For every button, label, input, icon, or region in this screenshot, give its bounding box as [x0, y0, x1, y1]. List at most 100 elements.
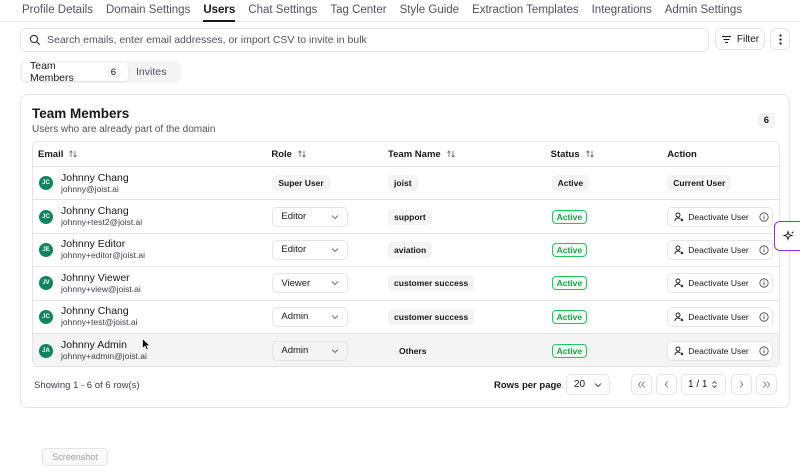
chevrons-right-icon — [763, 381, 771, 388]
chevron-down-icon — [332, 314, 339, 319]
status-column-header[interactable]: Status — [546, 149, 663, 160]
action-cell: Deactivate User — [662, 340, 779, 361]
avatar: JE — [39, 242, 53, 257]
user-email: johnny+editor@joist.ai — [61, 250, 145, 261]
user-email: johnny+view@joist.ai — [61, 283, 141, 294]
role-badge: Super User — [272, 175, 330, 192]
team-members-label: Team Members — [30, 60, 74, 84]
tab-admin-settings[interactable]: Admin Settings — [665, 0, 742, 22]
page-select[interactable]: 1 / 1 — [681, 374, 726, 395]
role-column-header[interactable]: Role — [266, 149, 383, 160]
table-row: JV Johnny Viewer johnny+view@joist.ai Vi… — [33, 267, 779, 301]
email-column-header[interactable]: Email — [33, 149, 266, 160]
action-cell: Deactivate User — [662, 239, 779, 260]
action-column-header: Action — [662, 149, 779, 160]
more-options-button[interactable] — [770, 28, 790, 50]
team-cell: customer success — [383, 308, 546, 325]
chevron-left-icon — [664, 381, 669, 388]
tab-extraction-templates[interactable]: Extraction Templates — [472, 0, 579, 22]
table-row: JC Johnny Chang johnny+test@joist.ai Adm… — [33, 301, 779, 334]
user-name: Johnny Editor — [61, 238, 126, 251]
table-row: JC Johnny Chang johnny+test2@joist.ai Ed… — [33, 200, 779, 234]
card-subtitle: Users who are already part of the domain — [32, 124, 216, 135]
search-input[interactable] — [47, 34, 687, 46]
info-icon[interactable] — [759, 278, 769, 288]
filter-label: Filter — [736, 33, 760, 45]
sort-icon — [298, 150, 306, 158]
role-select[interactable]: Editor — [272, 239, 349, 260]
info-icon[interactable] — [759, 245, 769, 255]
sort-icon — [446, 150, 455, 158]
team-members-toggle[interactable]: Team Members 6 — [22, 60, 128, 84]
info-icon[interactable] — [759, 346, 769, 356]
action-header-label: Action — [667, 148, 697, 160]
deactivate-user-button[interactable]: Deactivate User — [667, 306, 774, 327]
user-cell: JC Johnny Chang johnny@joist.ai — [33, 172, 266, 195]
deactivate-user-button[interactable]: Deactivate User — [667, 340, 774, 361]
role-header-label: Role — [271, 148, 292, 160]
team-badge: customer success — [388, 308, 475, 325]
deactivate-user-label: Deactivate User — [688, 345, 749, 356]
next-page-button[interactable] — [731, 374, 752, 395]
tab-domain-settings[interactable]: Domain Settings — [106, 0, 190, 22]
table-row: JE Johnny Editor johnny+editor@joist.ai … — [33, 234, 779, 268]
last-page-button[interactable] — [756, 374, 777, 395]
user-remove-icon — [674, 278, 684, 288]
mouse-cursor-icon — [142, 338, 151, 351]
team-members-count: 6 — [106, 66, 120, 78]
previous-page-button[interactable] — [656, 374, 677, 395]
team-column-header[interactable]: Team Name — [383, 149, 546, 160]
deactivate-user-button[interactable]: Deactivate User — [667, 206, 774, 227]
ai-assistant-button[interactable] — [774, 221, 800, 251]
user-remove-icon — [674, 346, 684, 355]
team-badge: support — [388, 208, 432, 225]
chevron-down-icon — [594, 382, 602, 387]
user-remove-icon — [674, 245, 684, 255]
role-cell: Editor — [266, 206, 383, 227]
filter-button[interactable]: Filter — [715, 28, 765, 50]
tab-users[interactable]: Users — [203, 0, 236, 22]
row-count-text: Showing 1 - 6 of 6 row(s) — [34, 380, 140, 391]
deactivate-user-label: Deactivate User — [688, 278, 749, 289]
table-header: Email Role Team Name Status Action — [33, 142, 779, 167]
chevron-up-down-icon — [712, 380, 717, 389]
deactivate-user-button[interactable]: Deactivate User — [667, 273, 774, 294]
current-user-badge: Current User — [667, 175, 732, 192]
status-cell: Active — [546, 343, 663, 358]
role-select[interactable]: Viewer — [272, 273, 349, 294]
role-select-value: Admin — [281, 311, 309, 323]
sort-icon — [585, 150, 594, 158]
status-cell: Active — [546, 175, 663, 192]
invites-toggle[interactable]: Invites — [128, 63, 174, 81]
avatar: JC — [39, 309, 53, 324]
role-select[interactable]: Admin — [272, 340, 349, 361]
user-email: johnny+admin@joist.ai — [61, 351, 147, 362]
tab-tag-center[interactable]: Tag Center — [330, 0, 386, 22]
status-cell: Active — [546, 242, 663, 257]
role-select-value: Editor — [281, 244, 307, 256]
user-name: Johnny Chang — [61, 171, 129, 184]
user-remove-icon — [674, 312, 684, 322]
user-cell: JV Johnny Viewer johnny+view@joist.ai — [33, 272, 266, 295]
info-icon[interactable] — [759, 312, 769, 322]
action-cell: Deactivate User — [662, 306, 779, 327]
tab-chat-settings[interactable]: Chat Settings — [248, 0, 317, 22]
rows-per-page-select[interactable]: 20 — [566, 374, 610, 395]
status-badge: Active — [551, 309, 588, 324]
first-page-button[interactable] — [631, 374, 652, 395]
team-cell: joist — [383, 175, 546, 192]
deactivate-user-button[interactable]: Deactivate User — [667, 239, 774, 260]
tab-style-guide[interactable]: Style Guide — [400, 0, 459, 22]
user-cell: JE Johnny Editor johnny+editor@joist.ai — [33, 238, 266, 261]
user-name: Johnny Admin — [61, 339, 127, 352]
info-icon[interactable] — [759, 211, 769, 222]
status-cell: Active — [546, 276, 663, 291]
status-cell: Active — [546, 209, 663, 224]
status-badge: Active — [551, 343, 588, 358]
role-select[interactable]: Editor — [272, 206, 349, 227]
tab-integrations[interactable]: Integrations — [592, 0, 652, 22]
status-badge: Active — [551, 209, 588, 224]
tab-profile-details[interactable]: Profile Details — [22, 0, 93, 22]
chevron-down-icon — [332, 348, 339, 353]
role-select[interactable]: Admin — [272, 306, 349, 327]
